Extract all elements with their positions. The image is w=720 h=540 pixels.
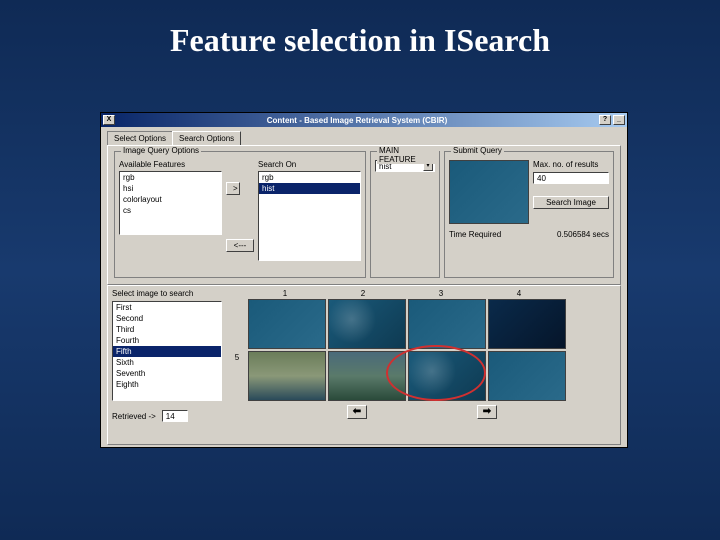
label-max-results: Max. no. of results — [533, 160, 609, 169]
lower-panel: Select image to search First Second Thir… — [107, 285, 621, 445]
label-select-image: Select image to search — [112, 289, 222, 298]
result-thumb[interactable] — [248, 299, 326, 349]
row-label: 5 — [228, 351, 246, 401]
col-label: 2 — [324, 289, 402, 298]
results-area: 1 2 3 4 5 ⬅ ➡ — [228, 289, 616, 440]
tab-search-options[interactable]: Search Options — [172, 131, 241, 145]
minimize-icon[interactable]: _ — [613, 115, 625, 125]
col-label: 3 — [402, 289, 480, 298]
results-grid: 5 — [228, 299, 616, 401]
col-label: 1 — [246, 289, 324, 298]
list-item[interactable]: Fifth — [113, 346, 221, 357]
legend-query-options: Image Query Options — [121, 146, 201, 155]
input-max-results[interactable]: 40 — [533, 172, 609, 184]
next-page-button[interactable]: ➡ — [477, 405, 497, 419]
list-item[interactable]: hist — [259, 183, 360, 194]
list-item[interactable]: Third — [113, 324, 221, 335]
titlebar: X Content - Based Image Retrieval System… — [101, 113, 627, 127]
slide-title: Feature selection in ISearch — [0, 0, 720, 69]
tab-select-options[interactable]: Select Options — [107, 131, 173, 145]
row-label — [228, 299, 246, 349]
result-thumb[interactable] — [408, 351, 486, 401]
help-icon[interactable]: ? — [599, 115, 611, 125]
value-retrieved: 14 — [162, 410, 188, 422]
prev-page-button[interactable]: ⬅ — [347, 405, 367, 419]
list-item[interactable]: Seventh — [113, 368, 221, 379]
group-main-feature: MAIN FEATURE hist ▾ — [370, 151, 440, 278]
label-available-features: Available Features — [119, 160, 222, 169]
close-icon[interactable]: X — [103, 115, 115, 125]
result-thumb[interactable] — [408, 299, 486, 349]
legend-main-feature: MAIN FEATURE — [377, 146, 439, 164]
list-item[interactable]: cs — [120, 205, 221, 216]
move-right-button[interactable]: > — [226, 182, 240, 195]
listbox-available-features[interactable]: rgb hsi colorlayout cs — [119, 171, 222, 235]
upper-panel: Image Query Options Available Features r… — [107, 145, 621, 285]
list-item[interactable]: rgb — [120, 172, 221, 183]
list-item[interactable]: First — [113, 302, 221, 313]
label-retrieved: Retrieved -> — [112, 412, 156, 421]
listbox-search-on[interactable]: rgb hist — [258, 171, 361, 261]
group-submit-query: Submit Query Max. no. of results 40 Sear… — [444, 151, 614, 278]
tab-row: Select Options Search Options — [101, 127, 627, 145]
list-item[interactable]: rgb — [259, 172, 360, 183]
result-thumb[interactable] — [328, 351, 406, 401]
list-item[interactable]: colorlayout — [120, 194, 221, 205]
label-time-required: Time Required — [449, 230, 501, 239]
query-image-thumb — [449, 160, 529, 224]
label-search-on: Search On — [258, 160, 361, 169]
cbir-window: X Content - Based Image Retrieval System… — [100, 112, 628, 448]
result-thumb[interactable] — [248, 351, 326, 401]
result-thumb[interactable] — [328, 299, 406, 349]
list-item[interactable]: Eighth — [113, 379, 221, 390]
window-title: Content - Based Image Retrieval System (… — [115, 116, 599, 125]
legend-submit-query: Submit Query — [451, 146, 504, 155]
result-thumb[interactable] — [488, 299, 566, 349]
value-time-required: 0.506584 secs — [557, 230, 609, 239]
list-item[interactable]: hsi — [120, 183, 221, 194]
result-thumb[interactable] — [488, 351, 566, 401]
col-label: 4 — [480, 289, 558, 298]
list-item[interactable]: Second — [113, 313, 221, 324]
list-item[interactable]: Sixth — [113, 357, 221, 368]
move-left-button[interactable]: <--- — [226, 239, 254, 252]
search-image-button[interactable]: Search Image — [533, 196, 609, 209]
list-item[interactable]: Fourth — [113, 335, 221, 346]
listbox-select-image[interactable]: First Second Third Fourth Fifth Sixth Se… — [112, 301, 222, 401]
group-image-query-options: Image Query Options Available Features r… — [114, 151, 366, 278]
